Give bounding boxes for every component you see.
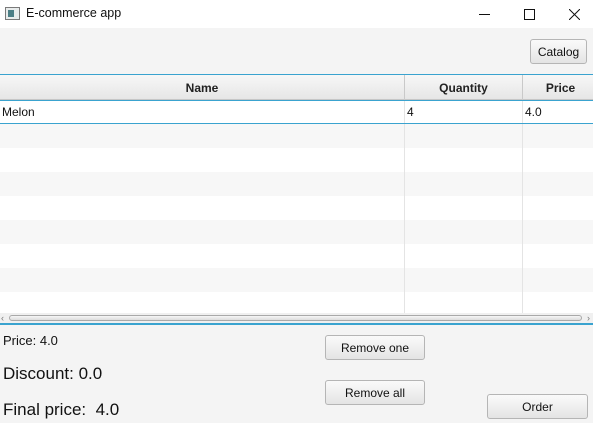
table-header: Name Quantity Price [0,75,593,100]
table-row-empty[interactable] [0,172,593,196]
remove-all-button[interactable]: Remove all [325,380,425,405]
cell-price: 4.0 [525,105,542,119]
horizontal-scrollbar[interactable]: ‹ › [0,313,593,323]
maximize-icon [523,8,535,20]
table-row-empty[interactable] [0,148,593,172]
cart-table[interactable]: Name Quantity Price Melon 4 4.0 ‹ › [0,74,593,325]
minimize-button[interactable] [461,0,507,28]
close-button[interactable] [551,0,593,28]
minimize-icon [478,9,490,20]
title-bar: E-commerce app [0,0,593,28]
cell-name: Melon [0,101,405,123]
window-title: E-commerce app [26,6,122,20]
table-body: Melon 4 4.0 [0,100,593,316]
cell-quantity: 4 [405,101,523,123]
close-icon [568,8,580,20]
price-label: Price: 4.0 [3,333,58,348]
app-icon [5,7,20,20]
scroll-left-icon[interactable]: ‹ [1,314,4,323]
table-row-empty[interactable] [0,244,593,268]
table-row-empty[interactable] [0,124,593,148]
column-header-name[interactable]: Name [0,75,405,100]
scroll-right-icon[interactable]: › [587,314,590,323]
final-price-label: Final price: 4.0 [3,400,120,419]
order-button[interactable]: Order [487,394,588,419]
column-header-quantity[interactable]: Quantity [405,75,523,100]
maximize-button[interactable] [506,0,552,28]
toolbar: Catalog [0,28,593,74]
table-row-empty[interactable] [0,268,593,292]
table-row-empty[interactable] [0,220,593,244]
scrollbar-thumb[interactable] [9,315,582,321]
remove-one-button[interactable]: Remove one [325,335,425,360]
catalog-button[interactable]: Catalog [530,39,587,64]
column-header-price[interactable]: Price [523,75,593,100]
table-row-empty[interactable] [0,196,593,220]
discount-label: Discount: 0.0 [3,364,103,383]
table-row[interactable]: Melon 4 4.0 [0,100,593,124]
